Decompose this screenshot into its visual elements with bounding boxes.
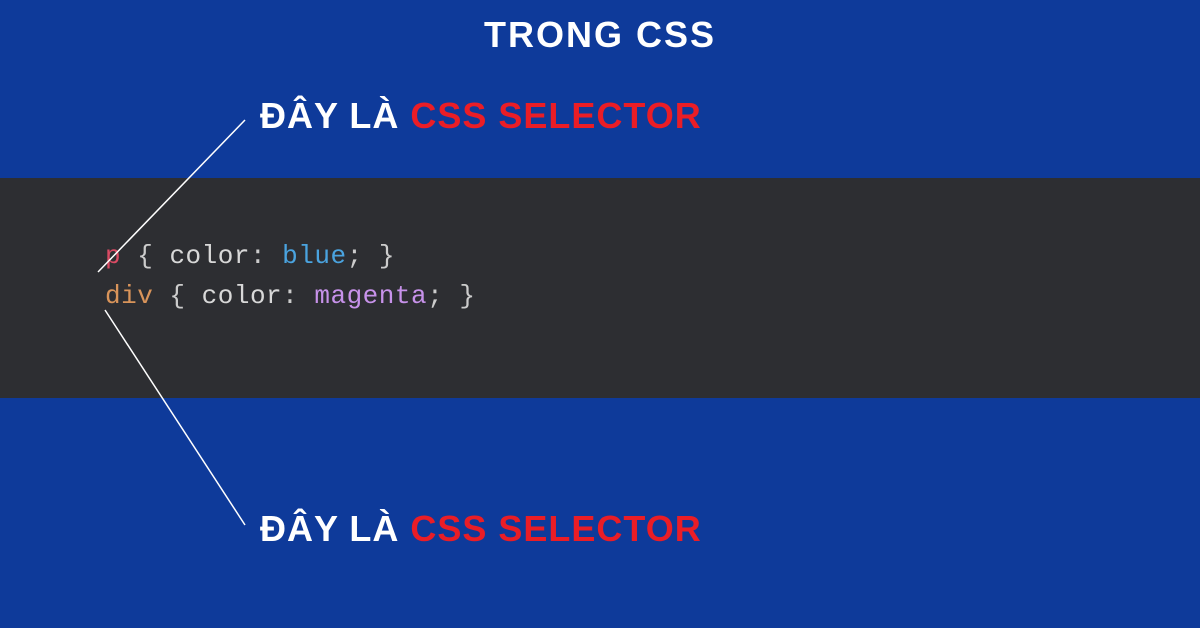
value-blue: blue xyxy=(282,241,346,271)
annotation-bottom: ĐÂY LÀ CSS SELECTOR xyxy=(260,508,702,550)
brace-open: { xyxy=(169,281,185,311)
selector-div: div xyxy=(105,281,153,311)
property: color xyxy=(202,281,283,311)
semicolon: ; xyxy=(347,241,363,271)
brace-open: { xyxy=(137,241,153,271)
annotation-top-highlight: CSS SELECTOR xyxy=(410,95,701,136)
value-magenta: magenta xyxy=(314,281,427,311)
colon: : xyxy=(282,281,298,311)
annotation-top-prefix: ĐÂY LÀ xyxy=(260,95,410,136)
annotation-bottom-prefix: ĐÂY LÀ xyxy=(260,508,410,549)
brace-close: } xyxy=(459,281,475,311)
colon: : xyxy=(250,241,266,271)
semicolon: ; xyxy=(427,281,443,311)
brace-close: } xyxy=(379,241,395,271)
code-block: p { color: blue; } div { color: magenta;… xyxy=(0,178,1200,398)
selector-p: p xyxy=(105,241,121,271)
code-line-1: p { color: blue; } xyxy=(105,236,1200,276)
code-line-2: div { color: magenta; } xyxy=(105,276,1200,316)
annotation-bottom-highlight: CSS SELECTOR xyxy=(410,508,701,549)
annotation-top: ĐÂY LÀ CSS SELECTOR xyxy=(260,95,702,137)
page-title: TRONG CSS xyxy=(0,14,1200,56)
property: color xyxy=(169,241,250,271)
